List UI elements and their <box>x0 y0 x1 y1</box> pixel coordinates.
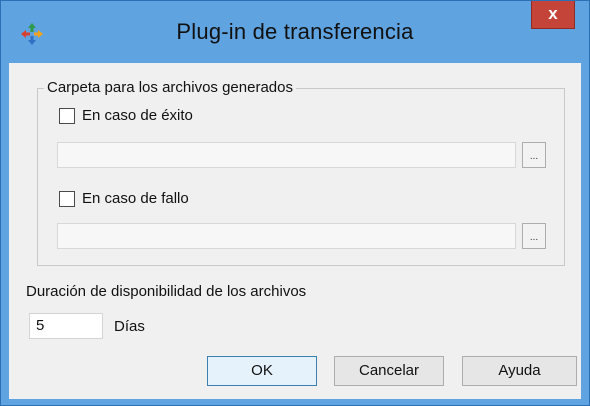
close-button[interactable]: x <box>531 1 575 29</box>
title-bar[interactable]: Plug-in de transferencia x <box>1 1 589 63</box>
failure-checkbox-row[interactable]: En caso de fallo <box>59 190 189 207</box>
group-legend: Carpeta para los archivos generados <box>44 79 296 96</box>
availability-label: Duración de disponibilidad de los archiv… <box>26 283 307 300</box>
help-button[interactable]: Ayuda <box>462 356 577 386</box>
failure-browse-button[interactable]: ... <box>522 223 546 249</box>
window-title: Plug-in de transferencia <box>176 19 414 44</box>
failure-checkbox-label[interactable]: En caso de fallo <box>82 190 189 207</box>
failure-path-input[interactable] <box>57 223 516 249</box>
dialog-window: Plug-in de transferencia x Carpeta para … <box>0 0 590 406</box>
success-browse-button[interactable]: ... <box>522 142 546 168</box>
success-checkbox[interactable] <box>59 107 75 124</box>
cancel-button[interactable]: Cancelar <box>334 356 444 386</box>
failure-checkbox[interactable] <box>59 190 75 207</box>
ok-button[interactable]: OK <box>207 356 317 386</box>
availability-days-input[interactable]: 5 <box>29 313 103 339</box>
output-folder-group: Carpeta para los archivos generados En c… <box>37 79 565 266</box>
success-checkbox-label[interactable]: En caso de éxito <box>82 107 193 124</box>
success-path-input[interactable] <box>57 142 516 168</box>
days-unit-label: Días <box>114 318 145 335</box>
success-checkbox-row[interactable]: En caso de éxito <box>59 107 193 124</box>
dialog-body: Carpeta para los archivos generados En c… <box>9 63 581 399</box>
